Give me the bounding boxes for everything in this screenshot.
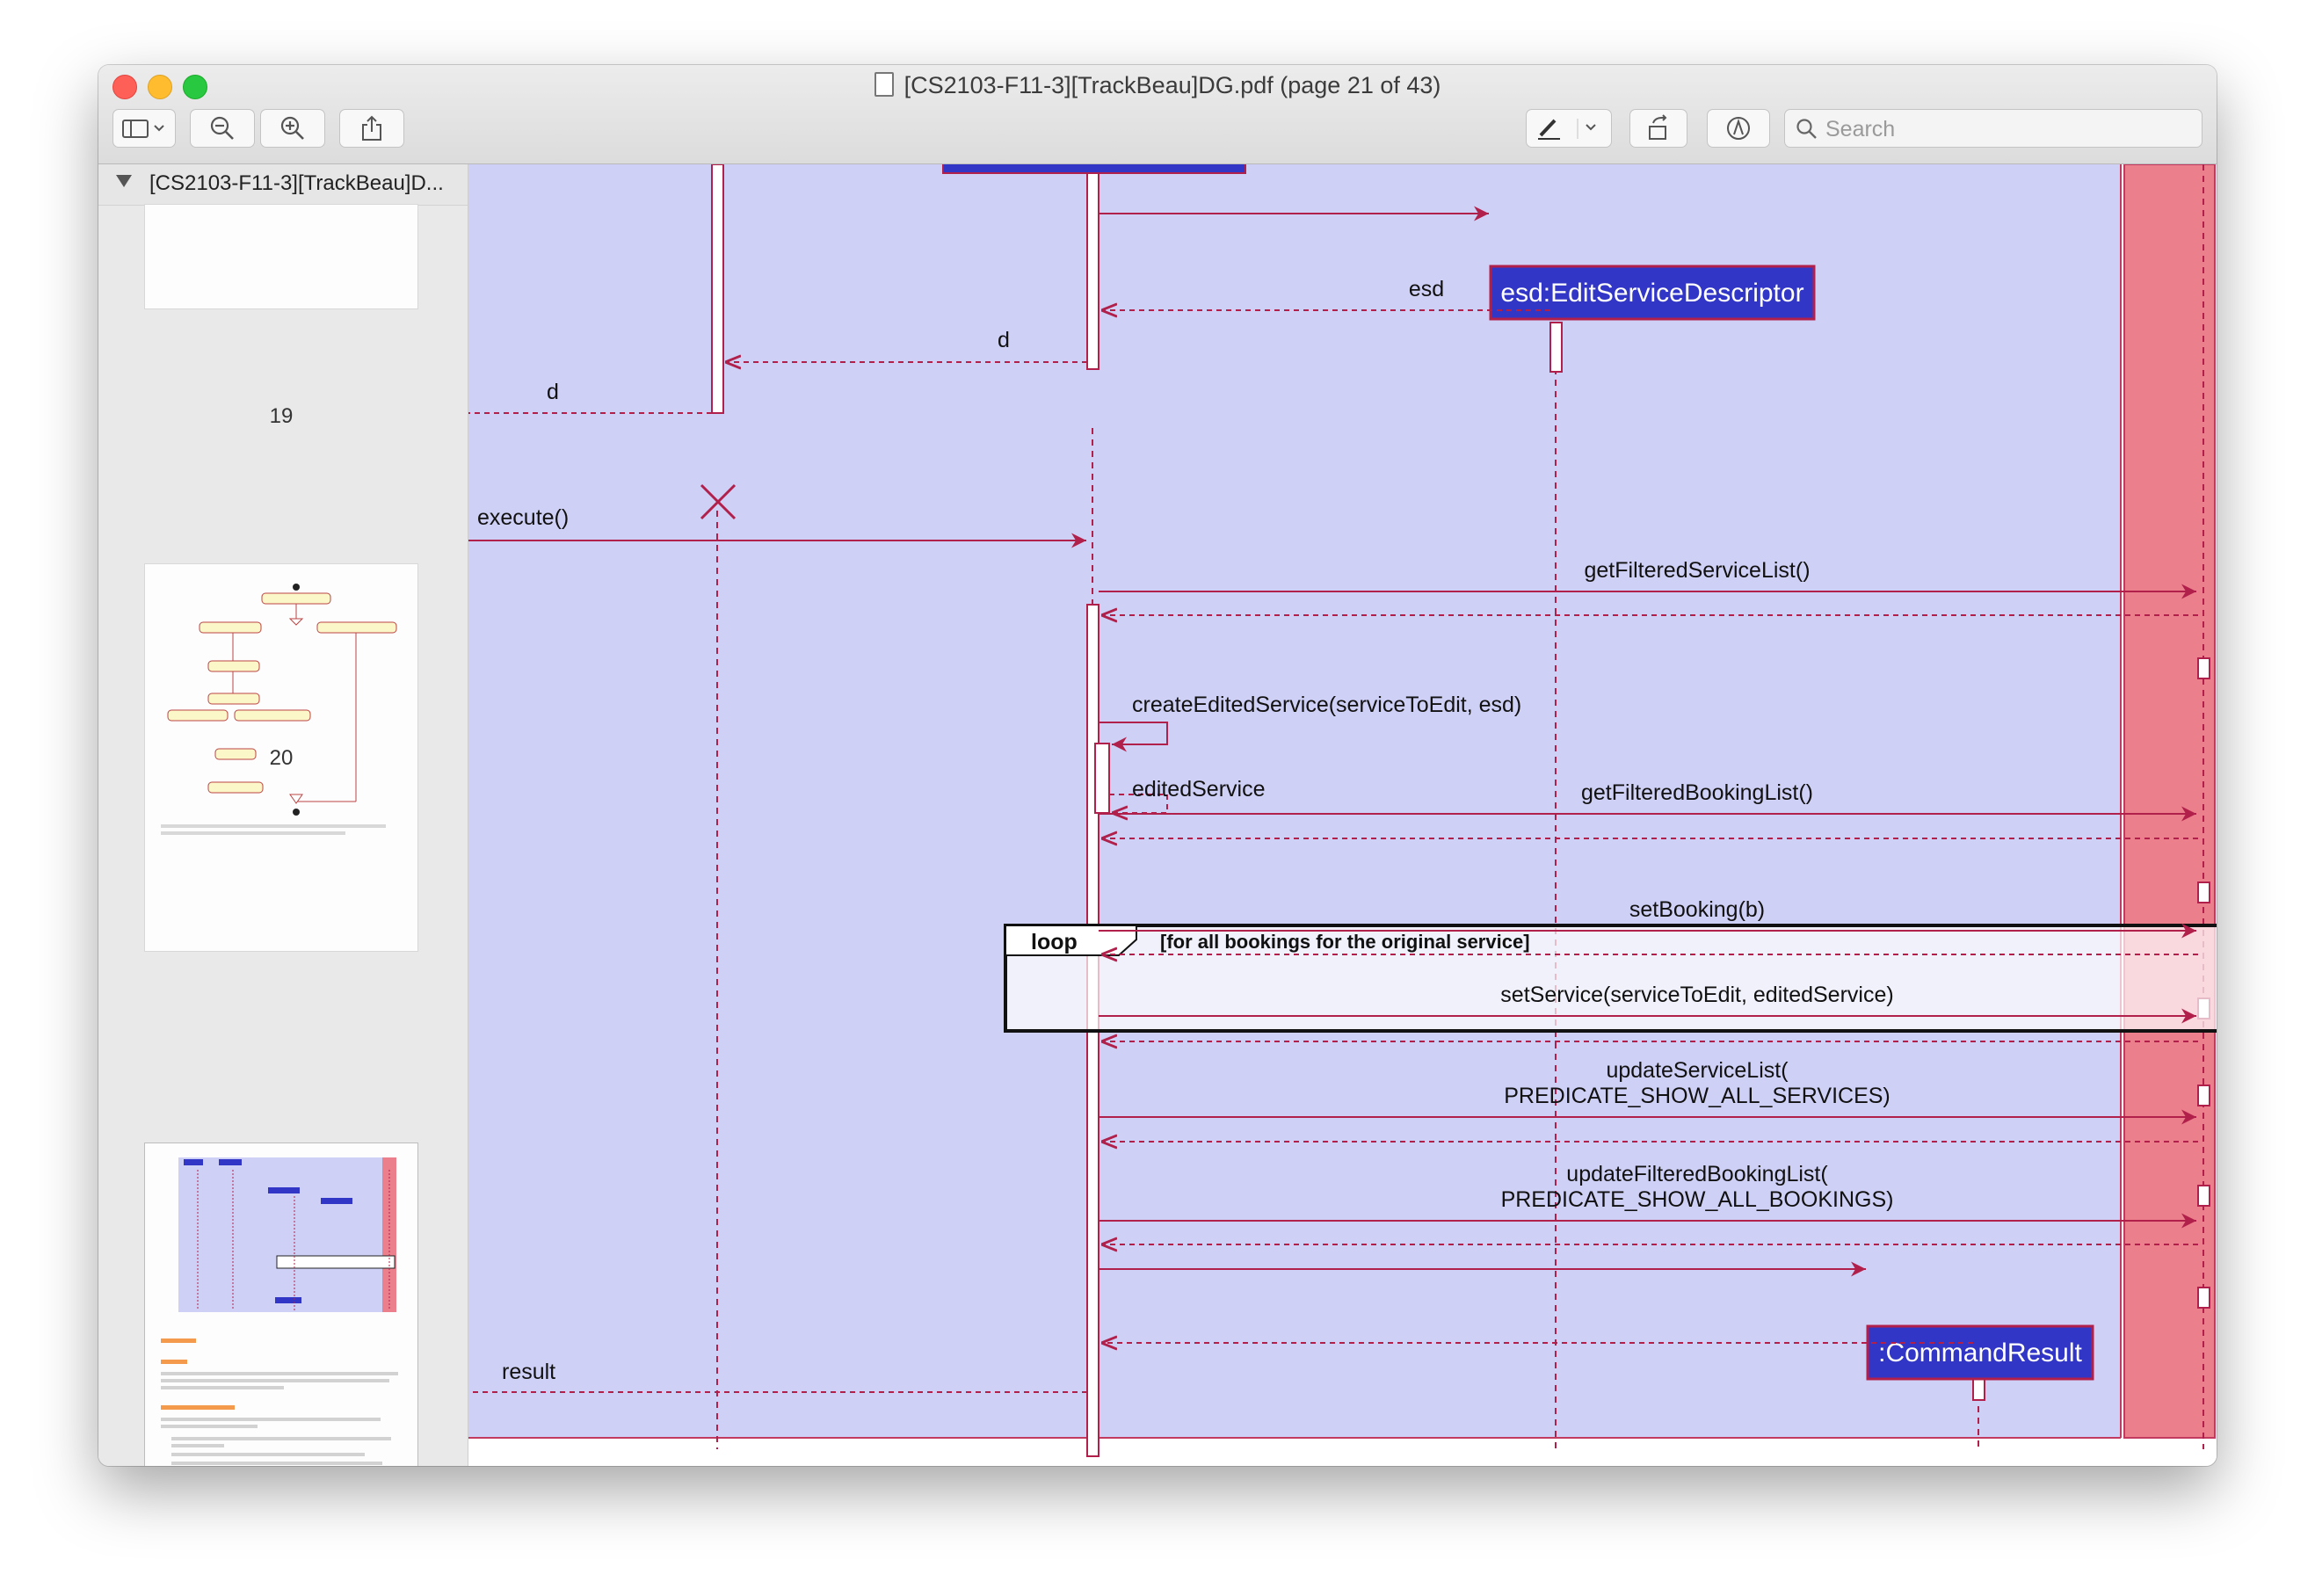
activation-model-1 (2197, 657, 2210, 679)
markup-icon (1727, 117, 1750, 140)
loop-label: loop (1031, 930, 1078, 954)
edit-service-command-participant (942, 164, 1246, 174)
highlight-button[interactable] (1526, 109, 1612, 148)
window-title: [CS2103-F11-3][TrackBeau]DG.pdf (page 21… (98, 72, 2217, 99)
update-service-list-label-line2: PREDICATE_SHOW_ALL_SERVICES) (1504, 1084, 1890, 1108)
rotate-icon (1649, 114, 1667, 140)
get-filtered-booking-list-label: getFilteredBookingList() (1581, 780, 1813, 805)
zoom-out-button[interactable] (190, 109, 255, 148)
pdf-page-viewer[interactable]: esd:EditServiceDescriptor :CommandResult… (468, 164, 2217, 1466)
d-return-label-1: d (998, 328, 1010, 352)
page-thumbnail-21[interactable] (145, 1143, 417, 1466)
preview-window: [CS2103-F11-3][TrackBeau]DG.pdf (page 21… (98, 65, 2217, 1466)
activation-model-4 (2197, 1085, 2210, 1106)
get-filtered-service-list-label: getFilteredServiceList() (1584, 558, 1810, 583)
sidebar-document-title: [CS2103-F11-3][TrackBeau]D... (149, 171, 444, 195)
esd-return-label: esd (1409, 277, 1444, 301)
sidebar-header[interactable]: [CS2103-F11-3][TrackBeau]D... (98, 164, 468, 206)
activation-self-call (1094, 743, 1110, 814)
zoom-in-icon (280, 116, 304, 140)
highlight-pen-icon (1538, 119, 1596, 140)
command-result-participant-label: :CommandResult (1878, 1338, 2082, 1367)
sequence-diagram: esd:EditServiceDescriptor :CommandResult… (468, 164, 2217, 1457)
page-number-20: 20 (269, 746, 294, 770)
share-button[interactable] (339, 109, 404, 148)
esd-participant-label: esd:EditServiceDescriptor (1500, 279, 1803, 308)
update-service-list-label-line1: updateServiceList( (1606, 1058, 1789, 1083)
activation-model-2 (2197, 881, 2210, 903)
search-field[interactable]: Search (1784, 109, 2203, 148)
activation-model-5 (2197, 1185, 2210, 1207)
zoom-in-button[interactable] (260, 109, 325, 148)
share-icon (362, 115, 381, 141)
loop-guard: [for all bookings for the original servi… (1160, 931, 1530, 953)
activation-parser (711, 164, 724, 414)
zoom-out-icon (210, 116, 234, 140)
page-number-19: 19 (269, 404, 294, 428)
update-filtered-booking-list-label-line2: PREDICATE_SHOW_ALL_BOOKINGS) (1501, 1187, 1894, 1212)
d-return-label-2: d (547, 380, 559, 404)
disclosure-triangle-icon[interactable] (116, 175, 132, 187)
window-title-text: [CS2103-F11-3][TrackBeau]DG.pdf (page 21… (904, 72, 1441, 98)
execute-label: execute() (477, 505, 569, 530)
current-page-thumbnail (161, 1157, 398, 1465)
update-filtered-booking-list-label-line1: updateFilteredBookingList( (1566, 1162, 1828, 1186)
title-bar: [CS2103-F11-3][TrackBeau]DG.pdf (page 21… (98, 65, 2217, 164)
model-component-box (2123, 164, 2216, 1439)
activation-esd (1549, 322, 1563, 373)
sidebar-toggle-button[interactable] (112, 109, 176, 148)
thumbnail-sidebar[interactable]: [CS2103-F11-3][TrackBeau]D... 19 20 (98, 164, 468, 1466)
rotate-button[interactable] (1629, 109, 1687, 148)
sidebar-toggle-icon (122, 120, 164, 138)
activation-edit-command-1 (1086, 172, 1099, 370)
set-service-label: setService(serviceToEdit, editedService) (1500, 983, 1893, 1007)
activation-model-6 (2197, 1287, 2210, 1309)
markup-button[interactable] (1707, 109, 1770, 148)
page-thumbnail-19[interactable] (145, 205, 417, 308)
edited-service-label: editedService (1132, 777, 1265, 802)
pdf-document-icon (874, 72, 894, 97)
search-placeholder: Search (1825, 117, 1896, 141)
search-icon (1796, 119, 1817, 139)
set-booking-label: setBooking(b) (1629, 897, 1765, 922)
result-label: result (502, 1360, 555, 1384)
activation-command-result (1972, 1376, 1985, 1401)
create-edited-service-label: createEditedService(serviceToEdit, esd) (1132, 693, 1521, 717)
